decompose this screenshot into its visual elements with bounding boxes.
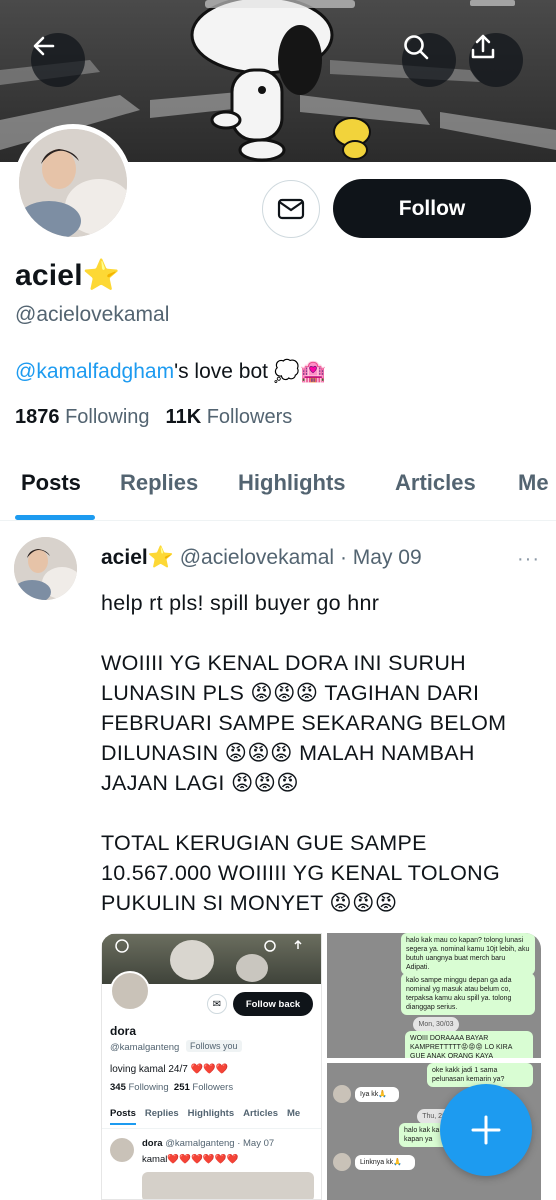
- media-follow-back-button: Follow back: [233, 992, 313, 1016]
- display-name-text: aciel: [15, 259, 83, 292]
- post-more-icon[interactable]: ···: [517, 548, 540, 571]
- post-text-line1: help rt pls! spill buyer go hnr: [101, 591, 380, 615]
- media-tab-posts: Posts: [110, 1108, 136, 1119]
- chat1-bubble-3: WOIII DORAAAA BAYAR KAMPRETTTTT😡😡😡 LO KI…: [405, 1031, 533, 1058]
- profile-tabs: Posts Replies Highlights Articles Me: [0, 448, 556, 521]
- post-text-para2: WOIIII YG KENAL DORA INI SURUH LUNASIN P…: [101, 651, 507, 795]
- chat2-bubble-3: Linknya kk🙏: [355, 1155, 415, 1170]
- media-mail-icon: ✉: [207, 994, 227, 1014]
- tab-articles[interactable]: Articles: [395, 470, 476, 496]
- search-icon: [404, 35, 429, 60]
- media-bio-text: loving kamal 24/7: [110, 1064, 188, 1075]
- search-button[interactable]: [402, 33, 456, 87]
- media-post-avatar: [110, 1138, 134, 1162]
- media-post-meta: @kamalganteng · May 07: [165, 1138, 275, 1149]
- media-follows-you-badge: Follows you: [186, 1040, 242, 1052]
- media-divider: [102, 1128, 321, 1129]
- tab-media[interactable]: Me: [518, 470, 549, 496]
- media-profile-bio: loving kamal 24/7 ❤️❤️❤️: [110, 1064, 228, 1075]
- display-name: aciel⭐: [15, 258, 120, 293]
- post-author-handle[interactable]: @acielovekamal: [180, 546, 334, 569]
- media-image-chat-1[interactable]: halo kak mau co kapan? tolong lunasi seg…: [327, 933, 541, 1058]
- media-tab-media: Me: [286, 1108, 301, 1119]
- chat2-avatar-2: [333, 1153, 351, 1171]
- bio-text: 's love bot 💭🏩: [174, 360, 327, 383]
- media-post-image: [142, 1172, 314, 1199]
- media-profile-handle: @kamalganteng: [110, 1042, 180, 1053]
- post-text: help rt pls! spill buyer go hnr WOIIII Y…: [101, 588, 541, 918]
- media-post-header: dora @kamalganteng · May 07: [142, 1138, 274, 1149]
- arrow-left-icon: [33, 36, 55, 56]
- media-following-label: Following: [128, 1082, 169, 1093]
- media-profile-tabs: Posts Replies Highlights Articles Me: [110, 1108, 309, 1119]
- bio-mention-link[interactable]: @kamalfadgham: [15, 360, 174, 383]
- profile-avatar[interactable]: [14, 124, 132, 242]
- post-header: aciel⭐ @acielovekamal · May 09: [101, 546, 422, 570]
- media-post-name: dora: [142, 1138, 163, 1149]
- chat2-avatar-1: [333, 1085, 351, 1103]
- share-icon: [471, 34, 495, 59]
- post-avatar[interactable]: [14, 537, 77, 600]
- followers-count: 11K: [165, 406, 202, 428]
- mail-icon: [277, 198, 305, 220]
- media-tab-indicator: [110, 1123, 136, 1125]
- media-followers-count: 251: [173, 1082, 190, 1093]
- media-following-count: 345: [110, 1082, 126, 1093]
- chat1-date: Mon, 30/03: [413, 1017, 459, 1032]
- post-author-emoji: ⭐: [147, 546, 174, 569]
- followers-link[interactable]: 11K Followers: [166, 406, 293, 428]
- post-date[interactable]: May 09: [353, 546, 422, 569]
- media-tab-replies: Replies: [144, 1108, 179, 1119]
- media-tab-articles: Articles: [243, 1108, 278, 1119]
- profile-bio: @kamalfadgham's love bot 💭🏩: [15, 360, 326, 384]
- back-button[interactable]: [31, 33, 85, 87]
- tab-replies[interactable]: Replies: [120, 470, 198, 496]
- media-profile-stats: 345 Following 251 Followers: [110, 1082, 233, 1093]
- chat2-bubble-1: Iya kk🙏: [355, 1087, 399, 1102]
- share-button[interactable]: [469, 33, 523, 87]
- post-avatar-photo: [14, 537, 77, 600]
- following-label: Following: [65, 406, 150, 428]
- following-count: 1876: [15, 406, 60, 428]
- profile-handle: @acielovekamal: [15, 303, 170, 326]
- post-text-para3: TOTAL KERUGIAN GUE SAMPE 10.567.000 WOII…: [101, 831, 500, 915]
- chat1-bubble-2: kalo sampe minggu depan ga ada nominal y…: [401, 973, 535, 1015]
- media-post-text: kamal❤️❤️❤️❤️❤️❤️: [142, 1154, 239, 1165]
- chat1-bubble-1: halo kak mau co kapan? tolong lunasi seg…: [401, 933, 535, 975]
- message-button[interactable]: [262, 180, 320, 238]
- avatar-photo: [19, 129, 127, 237]
- profile-stats: 1876 Following 11K Followers: [15, 406, 292, 429]
- media-bio-hearts: ❤️❤️❤️: [190, 1064, 228, 1075]
- plus-icon: [471, 1115, 501, 1145]
- followers-label: Followers: [206, 406, 293, 428]
- media-followers-label: Followers: [192, 1082, 234, 1093]
- media-image-profile[interactable]: ✉ Follow back dora @kamalganteng Follows…: [101, 933, 322, 1200]
- media-profile-avatar: [110, 971, 150, 1011]
- tab-posts[interactable]: Posts: [21, 470, 81, 496]
- follow-button[interactable]: Follow: [333, 179, 531, 238]
- post-separator: ·: [339, 546, 347, 569]
- media-profile-name: dora: [110, 1024, 137, 1038]
- compose-post-button[interactable]: [440, 1084, 532, 1176]
- tab-highlights[interactable]: Highlights: [238, 470, 346, 496]
- media-tab-highlights: Highlights: [187, 1108, 235, 1119]
- following-link[interactable]: 1876 Following: [15, 406, 150, 428]
- active-tab-indicator: [15, 515, 95, 520]
- post-author-name[interactable]: aciel: [101, 546, 148, 569]
- star-emoji: ⭐: [82, 259, 121, 292]
